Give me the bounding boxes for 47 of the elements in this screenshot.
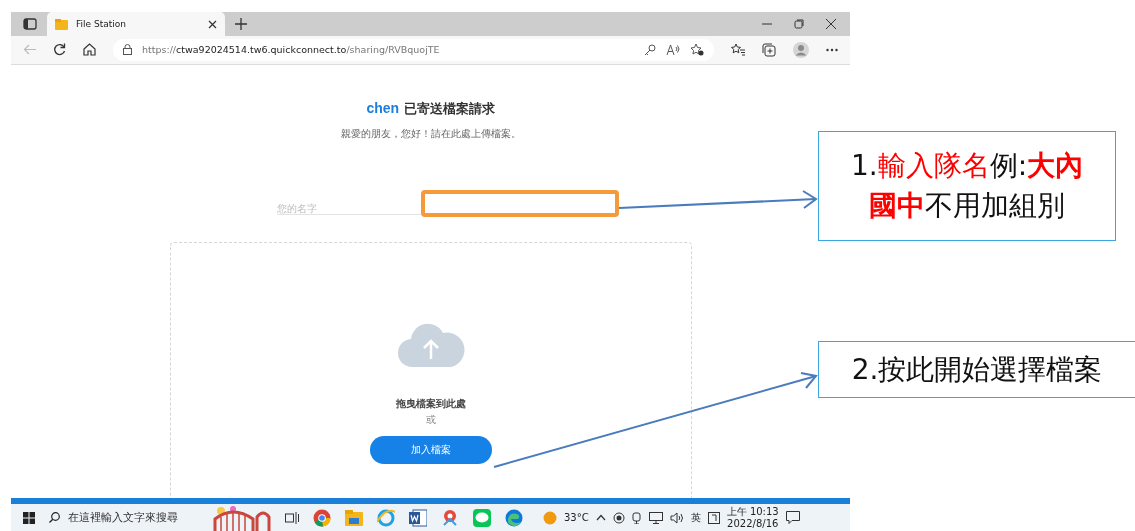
keyboard-icon[interactable] <box>707 511 720 524</box>
notification-icon[interactable] <box>785 511 800 524</box>
home-icon[interactable] <box>83 43 96 57</box>
more-icon[interactable] <box>826 47 838 52</box>
document-icon[interactable] <box>409 508 427 527</box>
or-text: 或 <box>425 413 436 427</box>
favorites-icon[interactable] <box>731 43 745 57</box>
browser-tab[interactable]: File Station <box>47 12 225 36</box>
new-tab-icon[interactable] <box>235 18 247 30</box>
input-method-indicator[interactable]: 英 <box>690 510 701 525</box>
folder-icon[interactable] <box>345 509 363 526</box>
close-icon[interactable] <box>826 19 836 29</box>
drop-prompt: 拖曳檔案到此處 <box>395 396 466 411</box>
roller-coaster-drawing[interactable] <box>213 504 271 531</box>
clock-date[interactable]: 2022/8/16 <box>727 517 779 530</box>
add-files-button[interactable]: 加入檔案 <box>369 435 492 464</box>
folder-icon <box>55 18 68 30</box>
callout-note: 1.輸入隊名例:大內國中不用加組別 <box>818 131 1116 241</box>
page-heading: chen 已寄送檔案請求 <box>366 99 495 118</box>
record-icon[interactable] <box>612 511 625 524</box>
read-aloud-icon[interactable] <box>666 43 680 56</box>
collections-icon[interactable] <box>762 42 776 57</box>
reload-icon[interactable] <box>53 43 66 57</box>
task-view-icon[interactable] <box>285 511 299 524</box>
address-bar[interactable]: https://ctwa92024514.tw6.quickconnect.to/sharing/RVBquojTE <box>113 38 714 61</box>
clock-time[interactable]: 上午 10:13 <box>726 505 779 518</box>
weather-temperature: 33°C <box>564 512 589 523</box>
avatar-icon[interactable] <box>793 41 809 58</box>
taskbar-search-field[interactable]: 在這裡輸入文字來搜尋 <box>68 510 178 525</box>
speaker-icon[interactable] <box>669 511 684 524</box>
star-add-icon[interactable] <box>690 43 704 57</box>
close-icon[interactable] <box>208 19 217 29</box>
callout-note: 2.按此開始選擇檔案 <box>818 341 1135 398</box>
chevron-up-icon[interactable] <box>595 514 606 521</box>
restore-icon[interactable] <box>794 19 804 29</box>
start-icon[interactable] <box>23 511 35 524</box>
weather-sun-icon <box>543 510 557 525</box>
search-icon[interactable] <box>49 512 60 523</box>
browser-icon[interactable] <box>505 508 523 527</box>
page-subtitle: 親愛的朋友，您好！請在此處上傳檔案。 <box>340 126 521 141</box>
app-icon[interactable] <box>441 508 459 527</box>
url-text: https://ctwa92024514.tw6.quickconnect.to/sharing/RVBquojTE <box>142 44 441 56</box>
name-input-field[interactable]: 您的名字 <box>277 202 584 215</box>
lock-icon <box>123 44 132 56</box>
browser-icon[interactable] <box>313 508 331 527</box>
globe-icon[interactable] <box>377 508 395 527</box>
sidebar-icon[interactable] <box>23 18 37 30</box>
